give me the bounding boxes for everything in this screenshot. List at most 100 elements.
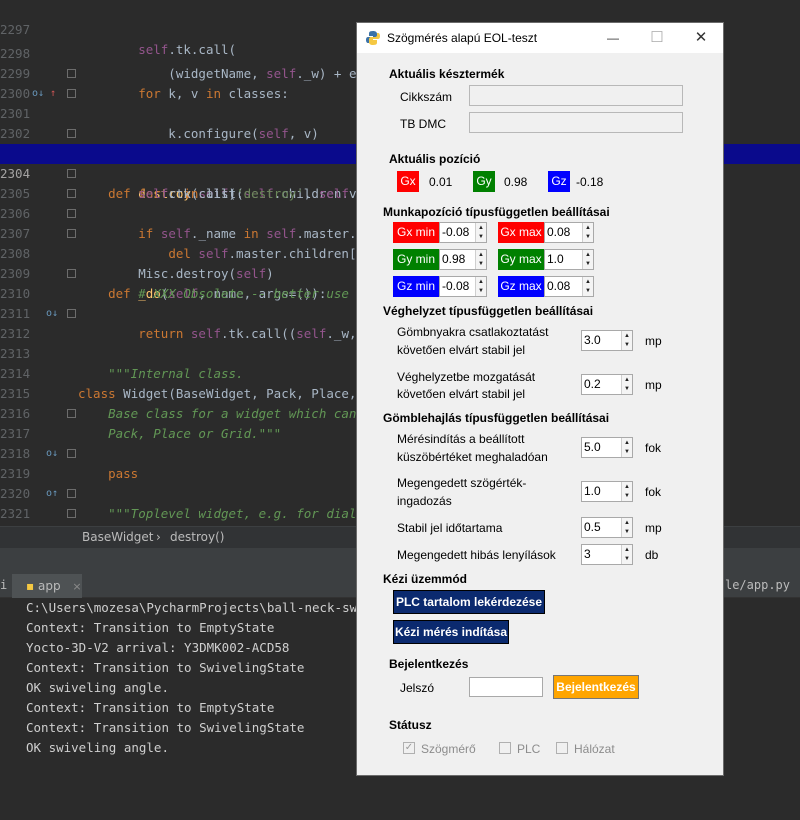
fold-marker-icon[interactable] <box>67 169 76 178</box>
close-icon[interactable]: × <box>72 580 81 593</box>
part-number-label: Cikkszám <box>400 90 453 104</box>
plc-checkbox[interactable] <box>499 742 511 754</box>
part-number-field[interactable] <box>469 85 683 106</box>
spin-down-icon[interactable]: ▼ <box>624 493 630 499</box>
subclass-icon[interactable]: o↓ <box>46 444 58 464</box>
gz-tag: Gz <box>548 171 570 192</box>
end-r1-label-2: követően elvárt stabil jel <box>397 343 526 357</box>
fold-marker-icon[interactable] <box>67 509 76 518</box>
gz-min-tag: Gz min <box>393 276 439 297</box>
spin-down-icon[interactable]: ▼ <box>624 449 630 455</box>
ball-neck-heading: Gömblehajlás típusfüggetlen beállításai <box>383 411 610 425</box>
end-r1-spinbox[interactable]: 3.0 ▲ ▼ <box>581 330 633 351</box>
tab-app[interactable]: ▪ app × <box>12 574 82 598</box>
subclass-icon[interactable]: o↓ <box>46 304 58 324</box>
breadcrumb-item-method[interactable]: destroy() <box>170 527 224 548</box>
plc-query-button[interactable]: PLC tartalom lekérdezése <box>393 590 545 614</box>
ball-r1-spinbox[interactable]: 5.0 ▲ ▼ <box>581 437 633 458</box>
gy-min-spinbox[interactable]: 0.98 ▲ ▼ <box>439 249 487 270</box>
fold-marker-icon[interactable] <box>67 409 76 418</box>
end-r2-spinbox[interactable]: 0.2 ▲ ▼ <box>581 374 633 395</box>
gy-min-tag: Gy min <box>393 249 439 270</box>
ball-r4-spinbox[interactable]: 3 ▲ ▼ <box>581 544 633 565</box>
spin-up-icon[interactable]: ▲ <box>478 225 484 231</box>
spin-down-icon[interactable]: ▼ <box>585 288 591 294</box>
window-titlebar[interactable]: Szögmérés alapú EOL-teszt — ☐ ✕ <box>357 23 723 53</box>
spin-down-icon[interactable]: ▼ <box>624 529 630 535</box>
work-position-heading: Munkapozíció típusfüggetlen beállításai <box>383 205 610 219</box>
breadcrumb-separator: › <box>156 530 161 544</box>
run-tab-overflow: i <box>0 578 8 592</box>
spin-down-icon[interactable]: ▼ <box>478 261 484 267</box>
spin-down-icon[interactable]: ▼ <box>585 261 591 267</box>
password-field[interactable] <box>469 677 543 697</box>
spin-down-icon[interactable]: ▼ <box>624 556 630 562</box>
spin-down-icon[interactable]: ▼ <box>624 342 630 348</box>
login-heading: Bejelentkezés <box>389 657 469 671</box>
console-line: Context: Transition to EmptyState <box>26 620 275 635</box>
gz-min-spinbox[interactable]: -0.08 ▲ ▼ <box>439 276 487 297</box>
fold-marker-icon[interactable] <box>67 89 76 98</box>
angle-meter-label: Szögmérő <box>421 742 476 756</box>
spin-up-icon[interactable]: ▲ <box>624 333 630 339</box>
spin-down-icon[interactable]: ▼ <box>478 288 484 294</box>
dmc-label: TB DMC <box>400 117 446 131</box>
status-heading: Státusz <box>389 718 432 732</box>
end-r2-label-2: követően elvárt stabil jel <box>397 387 526 401</box>
end-r2-label-1: Véghelyzetbe mozgatását <box>397 370 536 384</box>
fold-marker-icon[interactable] <box>67 129 76 138</box>
override-icon[interactable]: o↑ <box>46 484 58 504</box>
spin-up-icon[interactable]: ▲ <box>478 279 484 285</box>
gx-min-spinbox[interactable]: -0.08 ▲ ▼ <box>439 222 487 243</box>
ball-r1-label-2: küszöbértéket meghaladóan <box>397 450 548 464</box>
fold-marker-icon[interactable] <box>67 309 76 318</box>
spin-up-icon[interactable]: ▲ <box>624 547 630 553</box>
fold-marker-icon[interactable] <box>67 449 76 458</box>
gy-max-tag: Gy max <box>498 249 544 270</box>
password-label: Jelszó <box>400 681 435 695</box>
gx-min-tag: Gx min <box>393 222 439 243</box>
maximize-button[interactable]: ☐ <box>635 23 679 53</box>
plc-label: PLC <box>517 742 541 756</box>
login-button[interactable]: Bejelentkezés <box>553 675 639 699</box>
fold-marker-icon[interactable] <box>67 229 76 238</box>
gz-max-spinbox[interactable]: 0.08 ▲ ▼ <box>544 276 594 297</box>
close-button[interactable]: ✕ <box>679 23 723 53</box>
network-checkbox[interactable] <box>556 742 568 754</box>
spin-up-icon[interactable]: ▲ <box>624 520 630 526</box>
ball-r2-spinbox[interactable]: 1.0 ▲ ▼ <box>581 481 633 502</box>
spin-up-icon[interactable]: ▲ <box>624 377 630 383</box>
fold-marker-icon[interactable] <box>67 209 76 218</box>
console-line: Context: Transition to SwivelingState <box>26 720 305 735</box>
run-command-path: gle/app.py <box>717 578 790 592</box>
dmc-field[interactable] <box>469 112 683 133</box>
spin-up-icon[interactable]: ▲ <box>478 252 484 258</box>
spin-down-icon[interactable]: ▼ <box>478 234 484 240</box>
code-line: 2297 self.tk.call( <box>0 22 237 57</box>
spin-up-icon[interactable]: ▲ <box>585 252 591 258</box>
gy-max-spinbox[interactable]: 1.0 ▲ ▼ <box>544 249 594 270</box>
gx-max-spinbox[interactable]: 0.08 ▲ ▼ <box>544 222 594 243</box>
console-line: Context: Transition to SwivelingState <box>26 660 305 675</box>
angle-meter-checkbox[interactable]: ✓ <box>403 742 415 754</box>
fold-marker-icon[interactable] <box>67 269 76 278</box>
spin-down-icon[interactable]: ▼ <box>624 386 630 392</box>
breadcrumb-item-class[interactable]: BaseWidget <box>82 527 153 548</box>
network-label: Hálózat <box>574 742 615 756</box>
overridden-icon[interactable]: ↑ <box>50 84 56 104</box>
manual-measure-button[interactable]: Kézi mérés indítása <box>393 620 509 644</box>
fold-marker-icon[interactable] <box>67 69 76 78</box>
ball-r3-spinbox[interactable]: 0.5 ▲ ▼ <box>581 517 633 538</box>
ball-r2-label-2: ingadozás <box>397 494 452 508</box>
minimize-button[interactable]: — <box>591 23 635 53</box>
fold-marker-icon[interactable] <box>67 489 76 498</box>
spin-up-icon[interactable]: ▲ <box>585 225 591 231</box>
gx-tag: Gx <box>397 171 419 192</box>
spin-down-icon[interactable]: ▼ <box>585 234 591 240</box>
fold-marker-icon[interactable] <box>67 189 76 198</box>
override-icon[interactable]: o↓ <box>32 84 44 104</box>
spin-up-icon[interactable]: ▲ <box>624 484 630 490</box>
spin-up-icon[interactable]: ▲ <box>624 440 630 446</box>
ball-r2-label-1: Megengedett szögérték- <box>397 476 527 490</box>
spin-up-icon[interactable]: ▲ <box>585 279 591 285</box>
